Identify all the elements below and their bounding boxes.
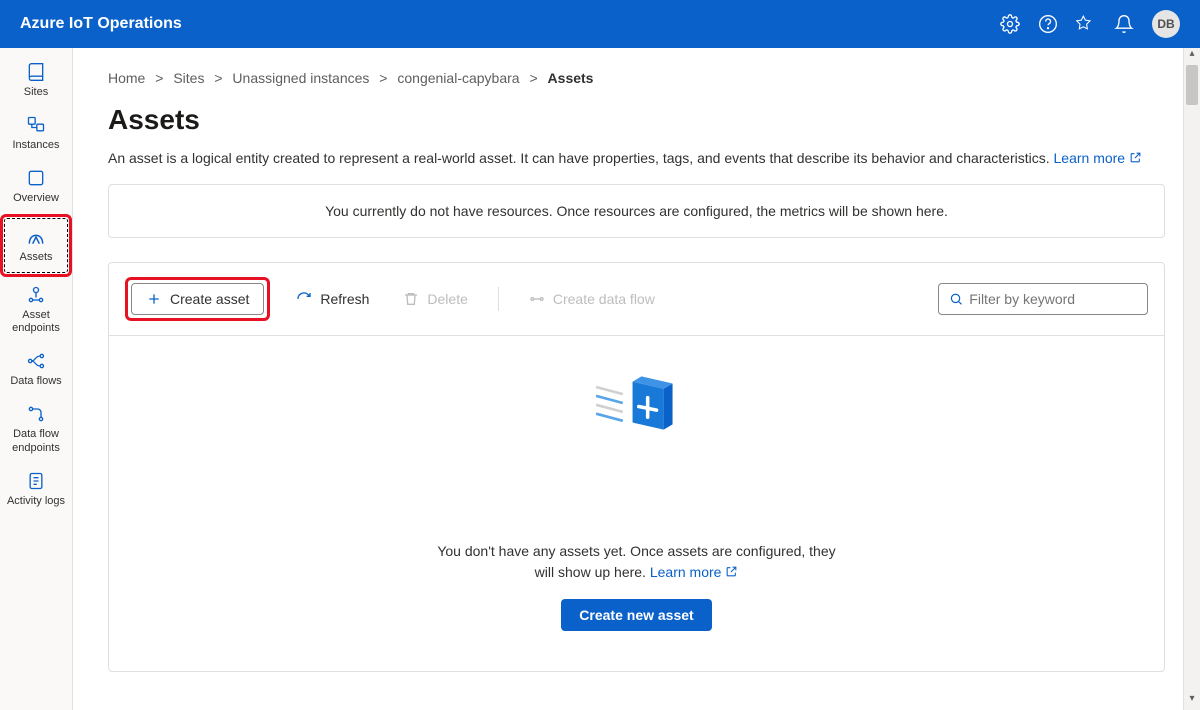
sidebar-item-overview[interactable]: Overview <box>5 160 67 213</box>
empty-state: You don't have any assets yet. Once asse… <box>109 336 1164 671</box>
delete-icon <box>403 291 419 307</box>
create-dataflow-button: Create data flow <box>521 285 663 313</box>
vertical-scrollbar[interactable]: ▴ ▾ <box>1183 48 1200 710</box>
sidebar-item-label: Instances <box>12 139 59 152</box>
sidebar-item-label: Overview <box>13 192 59 205</box>
scroll-down-arrow[interactable]: ▾ <box>1184 693 1200 710</box>
sidebar-item-asset-endpoints[interactable]: Asset endpoints <box>5 277 67 343</box>
breadcrumb-home[interactable]: Home <box>108 70 145 86</box>
sidebar: Sites Instances Overview Assets Asset en… <box>0 48 73 710</box>
scrollbar-thumb[interactable] <box>1186 65 1198 105</box>
breadcrumb: Home > Sites > Unassigned instances > co… <box>108 70 1165 86</box>
page-title: Assets <box>108 104 1165 136</box>
create-asset-button[interactable]: Create asset <box>131 283 264 315</box>
empty-illustration <box>592 371 682 451</box>
search-icon <box>949 291 963 307</box>
dataflow-endpoint-icon <box>26 404 46 424</box>
topbar-actions: DB <box>1000 10 1180 38</box>
sidebar-item-data-flows[interactable]: Data flows <box>5 343 67 396</box>
sidebar-item-sites[interactable]: Sites <box>5 54 67 107</box>
sidebar-item-label: Sites <box>24 86 48 99</box>
instances-icon <box>26 115 46 135</box>
breadcrumb-instance[interactable]: congenial-capybara <box>397 70 519 86</box>
sidebar-item-instances[interactable]: Instances <box>5 107 67 160</box>
highlight-create-asset: Create asset <box>125 277 270 321</box>
notifications-icon[interactable] <box>1114 14 1134 34</box>
filter-input[interactable] <box>969 291 1137 307</box>
no-resources-info: You currently do not have resources. Onc… <box>108 184 1165 238</box>
learn-more-link[interactable]: Learn more <box>1054 150 1142 166</box>
breadcrumb-unassigned[interactable]: Unassigned instances <box>232 70 369 86</box>
assets-panel: Create asset Refresh Delete Create <box>108 262 1165 672</box>
dataflow-icon <box>26 351 46 371</box>
book-icon <box>26 62 46 82</box>
asset-endpoint-icon <box>26 285 46 305</box>
empty-learn-more-link[interactable]: Learn more <box>650 564 738 580</box>
settings-icon[interactable] <box>1000 14 1020 34</box>
page-description: An asset is a logical entity created to … <box>108 150 1165 166</box>
brand-title: Azure IoT Operations <box>20 15 182 33</box>
main-content: Home > Sites > Unassigned instances > co… <box>73 48 1200 710</box>
assets-toolbar: Create asset Refresh Delete Create <box>109 263 1164 336</box>
sidebar-item-label: Data flow endpoints <box>5 428 67 454</box>
overview-icon <box>26 168 46 188</box>
scroll-up-arrow[interactable]: ▴ <box>1184 48 1200 65</box>
sidebar-item-assets[interactable]: Assets <box>5 219 67 272</box>
sidebar-item-data-flow-endpoints[interactable]: Data flow endpoints <box>5 396 67 462</box>
top-bar: Azure IoT Operations DB <box>0 0 1200 48</box>
feedback-icon[interactable] <box>1076 14 1096 34</box>
refresh-icon <box>296 291 312 307</box>
user-avatar[interactable]: DB <box>1152 10 1180 38</box>
breadcrumb-sites[interactable]: Sites <box>173 70 204 86</box>
external-link-icon <box>725 565 738 578</box>
sidebar-item-activity-logs[interactable]: Activity logs <box>5 463 67 516</box>
create-new-asset-button[interactable]: Create new asset <box>561 599 711 631</box>
sidebar-item-label: Assets <box>19 251 52 264</box>
empty-state-text: You don't have any assets yet. Once asse… <box>427 541 847 583</box>
filter-box[interactable] <box>938 283 1148 315</box>
help-icon[interactable] <box>1038 14 1058 34</box>
highlight-assets-nav: Assets <box>0 214 72 277</box>
delete-button: Delete <box>395 285 475 313</box>
external-link-icon <box>1129 151 1142 164</box>
plus-icon <box>146 291 162 307</box>
breadcrumb-current: Assets <box>548 70 594 86</box>
asset-icon <box>26 227 46 247</box>
toolbar-divider <box>498 287 499 311</box>
activitylog-icon <box>26 471 46 491</box>
refresh-button[interactable]: Refresh <box>288 285 377 313</box>
sidebar-item-label: Activity logs <box>7 495 65 508</box>
sidebar-item-label: Asset endpoints <box>5 309 67 335</box>
flow-icon <box>529 291 545 307</box>
sidebar-item-label: Data flows <box>10 375 61 388</box>
